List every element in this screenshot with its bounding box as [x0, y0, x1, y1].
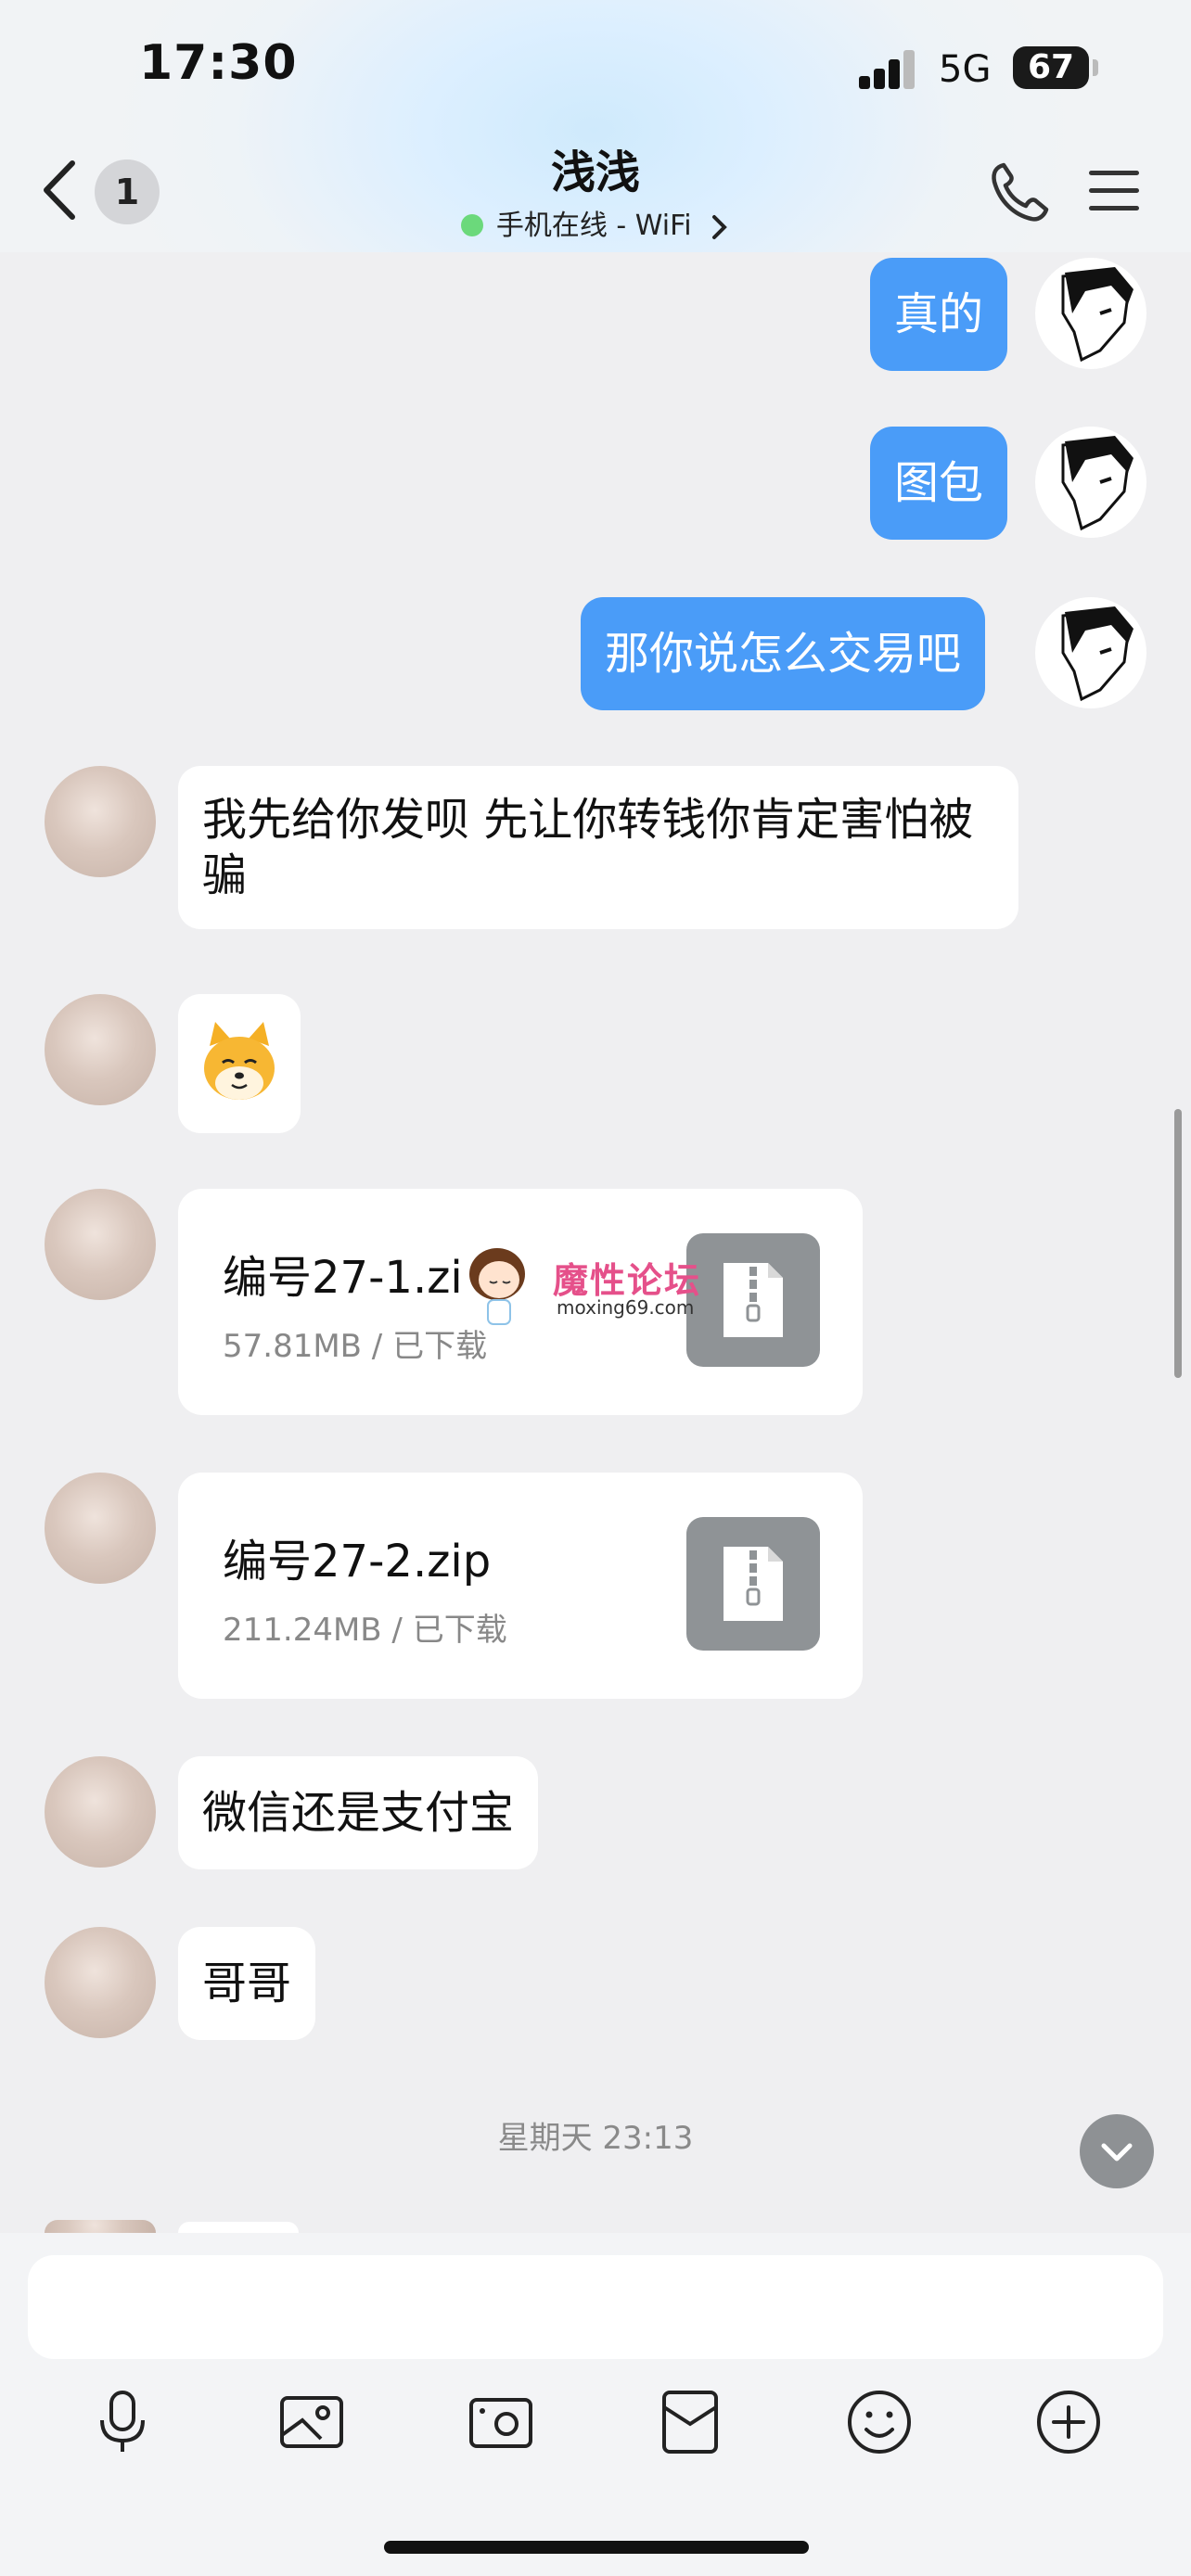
contact-avatar[interactable]	[45, 1189, 156, 1300]
contact-avatar[interactable]	[45, 994, 156, 1105]
battery-cap	[1093, 59, 1098, 76]
network-type: 5G	[939, 48, 992, 91]
battery-icon: 67	[1013, 46, 1089, 89]
online-status-text: 手机在线 - WiFi	[495, 210, 692, 242]
scroll-to-bottom-button[interactable]	[1080, 2114, 1154, 2188]
file-meta: 211.24MB / 已下载	[223, 1612, 507, 1649]
file-name: 编号27-1.zi	[223, 1252, 463, 1304]
contact-avatar[interactable]	[45, 766, 156, 877]
online-dot-icon	[460, 213, 483, 236]
phone-call-button[interactable]	[987, 159, 1052, 224]
watermark-text: 魔性论坛	[553, 1260, 702, 1301]
sticker-bubble[interactable]	[178, 994, 301, 1133]
date-separator: 星期天 23:13	[497, 2120, 694, 2157]
avatar-drawing	[1061, 267, 1133, 363]
my-avatar[interactable]	[1035, 258, 1146, 369]
plus-icon[interactable]	[1033, 2387, 1104, 2457]
chevron-down-icon	[1101, 2143, 1133, 2162]
contact-avatar[interactable]	[45, 1756, 156, 1868]
emoji-icon[interactable]	[844, 2387, 915, 2457]
chat-header: 17:30 5G 67 1 浅浅 手机在线 - WiFi	[0, 0, 1191, 252]
microphone-icon[interactable]	[87, 2387, 158, 2457]
message-bubble-out[interactable]: 图包	[870, 427, 1008, 540]
watermark-url: moxing69.com	[557, 1296, 695, 1319]
menu-button[interactable]	[1087, 165, 1141, 217]
zip-file-icon	[686, 1517, 820, 1651]
message-bubble-in[interactable]: 哥哥	[178, 1927, 316, 2040]
shiba-emoji-icon	[204, 1022, 275, 1100]
scroll-indicator[interactable]	[1174, 1109, 1182, 1378]
input-area	[0, 2233, 1191, 2576]
chevron-right-icon	[712, 214, 727, 239]
my-avatar[interactable]	[1035, 597, 1146, 708]
file-meta: 57.81MB / 已下载	[223, 1328, 488, 1365]
file-message[interactable]: 编号27-2.zip 211.24MB / 已下载	[178, 1473, 863, 1699]
camera-icon[interactable]	[466, 2387, 536, 2457]
file-name: 编号27-2.zip	[223, 1536, 492, 1588]
message-bubble-in[interactable]	[178, 2222, 299, 2233]
signal-icon	[859, 50, 915, 89]
avatar-drawing	[1061, 606, 1133, 702]
home-indicator[interactable]	[384, 2541, 809, 2554]
my-avatar[interactable]	[1035, 427, 1146, 538]
contact-avatar[interactable]	[45, 1927, 156, 2038]
status-time: 17:30	[139, 35, 298, 91]
message-bubble-out[interactable]: 真的	[870, 258, 1008, 371]
red-packet-icon[interactable]	[655, 2387, 725, 2457]
image-icon[interactable]	[276, 2387, 347, 2457]
avatar-drawing	[1061, 436, 1133, 531]
message-bubble-in[interactable]: 我先给你发呗 先让你转钱你肯定害怕被骗	[178, 766, 1018, 929]
message-bubble-in[interactable]: 微信还是支付宝	[178, 1756, 539, 1869]
contact-avatar[interactable]	[45, 2220, 156, 2233]
message-input[interactable]	[28, 2255, 1163, 2359]
contact-avatar[interactable]	[45, 1473, 156, 1584]
message-bubble-out[interactable]: 那你说怎么交易吧	[581, 597, 986, 710]
